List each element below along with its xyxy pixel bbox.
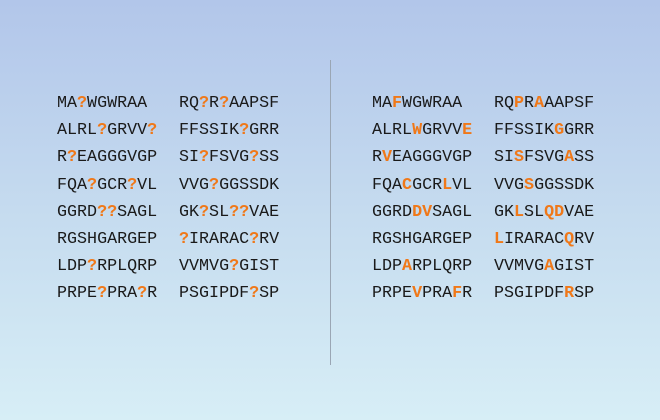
- sequence-row: R?EAGGGVGP SI?FSVG?SS: [57, 144, 301, 171]
- unknown-residue: ?: [239, 121, 250, 141]
- unknown-residue: ?: [199, 94, 210, 113]
- predicted-residue: D: [412, 202, 423, 222]
- predicted-residue: A: [544, 257, 555, 277]
- sequence-row: FQACGCRLVL VVGSGGSSDK: [372, 172, 616, 199]
- sequence-word: PRPE?PRA?R: [57, 284, 158, 304]
- sequence-word: SI?FSVG?SS: [179, 148, 280, 168]
- sequence-word: VVMVGAGIST: [494, 257, 595, 277]
- sequence-word: R?EAGGGVGP: [57, 148, 158, 168]
- predicted-residue: V: [382, 148, 393, 168]
- sequence-word: GGRD??SAGL: [57, 202, 158, 222]
- sequence-word: LDPARPLQRP: [372, 257, 473, 277]
- sequence-row: GGRDDVSAGL GKLSLQDVAE: [372, 199, 616, 226]
- sequence-row: MAFWGWRAA RQPRAAAPSF: [372, 90, 616, 117]
- unknown-residue: ?: [97, 202, 108, 222]
- unknown-residue: ?: [87, 175, 98, 195]
- sequence-word: GGRDDVSAGL: [372, 202, 473, 222]
- unknown-residue: ?: [97, 284, 108, 304]
- sequence-word: LDP?RPLQRP: [57, 257, 158, 277]
- sequence-word: FFSSIKGGRR: [494, 121, 595, 141]
- predicted-residue: A: [534, 94, 545, 113]
- unknown-residue: ?: [67, 148, 78, 168]
- sequence-word: PRPEVPRAFR: [372, 284, 473, 304]
- sequence-row: RGSHGARGEP ?IRARAC?RV: [57, 226, 301, 253]
- predicted-residue: G: [554, 121, 565, 141]
- sequence-word: GK?SL??VAE: [179, 202, 280, 222]
- unknown-residue: ?: [239, 202, 250, 222]
- sequence-row: PRPEVPRAFR PSGIPDFRSP: [372, 280, 616, 307]
- sequence-word: RGSHGARGEP: [57, 229, 158, 249]
- sequence-row: RGSHGARGEP LIRARACQRV: [372, 226, 616, 253]
- predicted-residue: R: [564, 284, 575, 304]
- predicted-residue: D: [554, 202, 565, 222]
- sequence-word: FQACGCRLVL: [372, 175, 473, 195]
- panel-divider: [330, 60, 331, 365]
- sequence-word: VVG?GGSSDK: [179, 175, 280, 195]
- predicted-residue: L: [494, 229, 505, 249]
- sequence-word: MAFWGWRAA: [372, 94, 463, 113]
- predicted-residue: P: [514, 94, 525, 113]
- sequence-word: RVEAGGGVGP: [372, 148, 473, 168]
- right-panel: MAFWGWRAA RQPRAAAPSF ALRLWGRVVE FFSSIKGGRR R…: [372, 90, 616, 308]
- unknown-residue: ?: [97, 121, 108, 141]
- sequence-word: ?IRARAC?RV: [179, 229, 280, 249]
- sequence-row: FQA?GCR?VL VVG?GGSSDK: [57, 172, 301, 199]
- unknown-residue: ?: [107, 202, 118, 222]
- sequence-word: GKLSLQDVAE: [494, 202, 595, 222]
- unknown-residue: ?: [249, 229, 260, 249]
- predicted-residue: F: [452, 284, 463, 304]
- sequence-word: RGSHGARGEP: [372, 229, 473, 249]
- predicted-residue: F: [392, 94, 403, 113]
- sequence-word: SISFSVGASS: [494, 148, 595, 168]
- predicted-residue: Q: [564, 229, 575, 249]
- predicted-residue: S: [514, 148, 525, 168]
- unknown-residue: ?: [229, 202, 240, 222]
- predicted-residue: C: [402, 175, 413, 195]
- sequence-row: PRPE?PRA?R PSGIPDF?SP: [57, 280, 301, 307]
- sequence-word: MA?WGWRAA: [57, 94, 148, 113]
- predicted-residue: L: [442, 175, 453, 195]
- sequence-row: LDP?RPLQRP VVMVG?GIST: [57, 253, 301, 280]
- unknown-residue: ?: [219, 94, 230, 113]
- sequence-row: RVEAGGGVGP SISFSVGASS: [372, 144, 616, 171]
- predicted-residue: V: [412, 284, 423, 304]
- unknown-residue: ?: [209, 175, 220, 195]
- sequence-word: PSGIPDFRSP: [494, 284, 595, 304]
- left-panel: MA?WGWRAA RQ?R?AAPSF ALRL?GRVV? FFSSIK?GRR R…: [57, 90, 301, 308]
- sequence-word: ALRLWGRVVE: [372, 121, 473, 141]
- unknown-residue: ?: [199, 202, 210, 222]
- sequence-word: VVGSGGSSDK: [494, 175, 595, 195]
- unknown-residue: ?: [137, 284, 148, 304]
- sequence-row: GGRD??SAGL GK?SL??VAE: [57, 199, 301, 226]
- sequence-word: RQPRAAAPSF: [494, 94, 595, 113]
- sequence-row: MA?WGWRAA RQ?R?AAPSF: [57, 90, 301, 117]
- unknown-residue: ?: [249, 148, 260, 168]
- sequence-row: LDPARPLQRP VVMVGAGIST: [372, 253, 616, 280]
- sequence-row: ALRLWGRVVE FFSSIKGGRR: [372, 117, 616, 144]
- unknown-residue: ?: [199, 148, 210, 168]
- sequence-word: LIRARACQRV: [494, 229, 595, 249]
- sequence-word: ALRL?GRVV?: [57, 121, 158, 141]
- predicted-residue: E: [462, 121, 473, 141]
- predicted-residue: V: [422, 202, 433, 222]
- sequence-word: PSGIPDF?SP: [179, 284, 280, 304]
- predicted-residue: L: [514, 202, 525, 222]
- unknown-residue: ?: [77, 94, 88, 113]
- unknown-residue: ?: [249, 284, 260, 304]
- predicted-residue: W: [412, 121, 423, 141]
- sequence-word: VVMVG?GIST: [179, 257, 280, 277]
- unknown-residue: ?: [147, 121, 158, 141]
- unknown-residue: ?: [179, 229, 190, 249]
- sequence-word: FFSSIK?GRR: [179, 121, 280, 141]
- sequence-word: RQ?R?AAPSF: [179, 94, 280, 113]
- sequence-row: ALRL?GRVV? FFSSIK?GRR: [57, 117, 301, 144]
- predicted-residue: Q: [544, 202, 555, 222]
- predicted-residue: A: [564, 148, 575, 168]
- unknown-residue: ?: [127, 175, 138, 195]
- predicted-residue: S: [524, 175, 535, 195]
- predicted-residue: A: [402, 257, 413, 277]
- unknown-residue: ?: [229, 257, 240, 277]
- unknown-residue: ?: [87, 257, 98, 277]
- sequence-word: FQA?GCR?VL: [57, 175, 158, 195]
